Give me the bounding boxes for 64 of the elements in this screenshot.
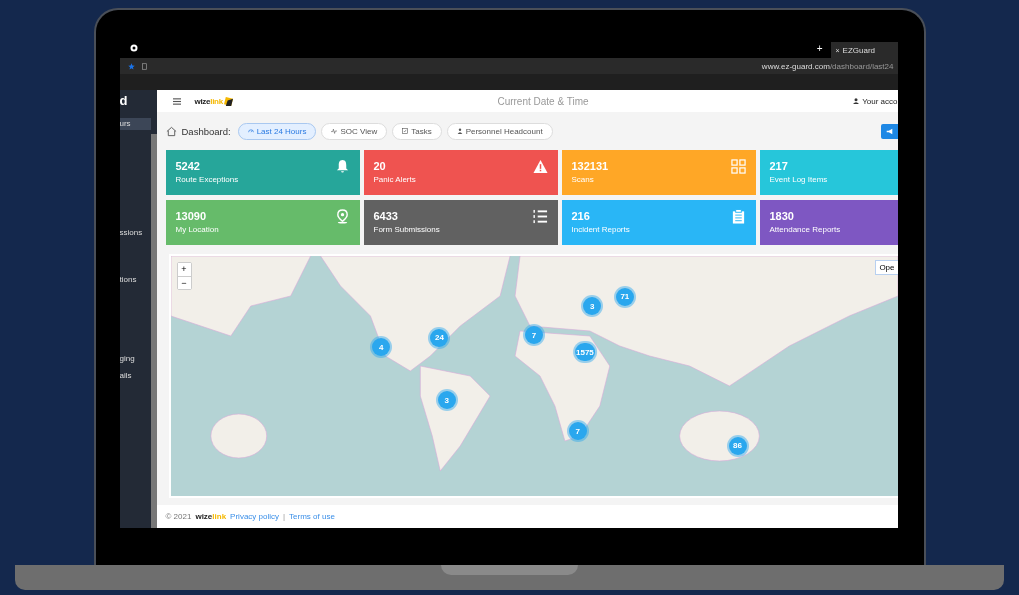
sidebar-item[interactable]: tions: [119, 273, 137, 286]
sidebar-item[interactable]: ails: [119, 369, 132, 382]
tab-title: EZGuard: [842, 45, 876, 55]
circle-icon: [129, 44, 138, 52]
wizelink-logo: wizelink: [194, 96, 223, 106]
stat-label: Incident Reports: [571, 225, 630, 234]
pulse-icon: [331, 128, 338, 134]
stat-label: Scans: [571, 175, 594, 184]
stat-value: 6433: [373, 210, 398, 222]
zoom-out-button[interactable]: −: [177, 276, 191, 289]
dashboard-tab[interactable]: Tasks: [392, 122, 442, 140]
stat-value: 1830: [769, 210, 794, 222]
stat-card[interactable]: 20 Panic Alerts: [363, 150, 558, 195]
dashboard-tab[interactable]: SOC View: [321, 122, 388, 140]
stat-label: My Location: [175, 225, 219, 234]
clipboard-icon: [730, 209, 746, 224]
stat-card[interactable]: 5242 Route Exceptions: [165, 150, 360, 195]
stat-value: 216: [571, 210, 590, 222]
logo-mark-icon: [223, 96, 233, 106]
address-bar[interactable]: www.ez-guard.com/dashboard/last24: [119, 58, 898, 74]
dashboard-tab[interactable]: Last 24 Hours: [237, 122, 317, 140]
privacy-policy-link[interactable]: Privacy policy: [230, 512, 279, 521]
stat-value: 20: [373, 160, 386, 172]
megaphone-icon: [885, 127, 893, 135]
world-map[interactable]: + − Ope 4 24 7 3 71 1575 3 7 86: [168, 254, 898, 498]
stat-label: Event Log Items: [769, 175, 828, 184]
sidebar-item[interactable]: ssions: [119, 226, 143, 239]
dashboard-title: Dashboard:: [181, 125, 231, 137]
person-icon: [456, 128, 463, 134]
menu-icon[interactable]: [172, 97, 181, 105]
copyright-text: © 2021: [165, 512, 192, 521]
sidebar-item[interactable]: ging: [119, 352, 135, 365]
terms-of-use-link[interactable]: Terms of use: [289, 512, 335, 521]
separator-text: |: [283, 512, 286, 521]
warning-icon: [532, 159, 548, 174]
new-tab-button[interactable]: +: [816, 42, 823, 54]
gauge-icon: [247, 128, 254, 134]
stat-card[interactable]: 1830 Attendance Reports: [759, 200, 898, 245]
announce-button[interactable]: [880, 123, 898, 139]
page-title: Current Date & Time: [496, 95, 590, 107]
qr-code-icon: [730, 159, 746, 174]
logo-text: d: [119, 92, 129, 110]
stat-label: Route Exceptions: [175, 175, 239, 184]
checkbox-icon: [402, 128, 409, 134]
dashboard-tab[interactable]: Personnel Headcount: [446, 122, 553, 140]
star-icon: [127, 62, 135, 70]
stat-value: 5242: [175, 160, 200, 172]
stat-label: Panic Alerts: [373, 175, 416, 184]
sidebar-item[interactable]: urs: [119, 118, 151, 130]
open-button[interactable]: Ope: [875, 260, 898, 275]
wizelink-logo: wizelink: [195, 512, 227, 521]
stat-card[interactable]: 6433 Form Submissions: [363, 200, 558, 245]
stat-label: Attendance Reports: [769, 225, 841, 234]
account-menu[interactable]: Your acco: [853, 96, 898, 106]
url-text: www.ez-guard.com/dashboard/last24: [761, 61, 894, 71]
stat-value: 217: [769, 160, 788, 172]
stat-value: 132131: [571, 160, 609, 172]
page-icon: [140, 62, 148, 70]
numbered-list-icon: [532, 209, 548, 224]
user-icon: [853, 98, 860, 104]
home-icon: [165, 125, 177, 137]
stat-value: 13090: [175, 210, 207, 222]
stat-label: Form Submissions: [373, 225, 440, 234]
map-pin-icon: [334, 209, 350, 224]
